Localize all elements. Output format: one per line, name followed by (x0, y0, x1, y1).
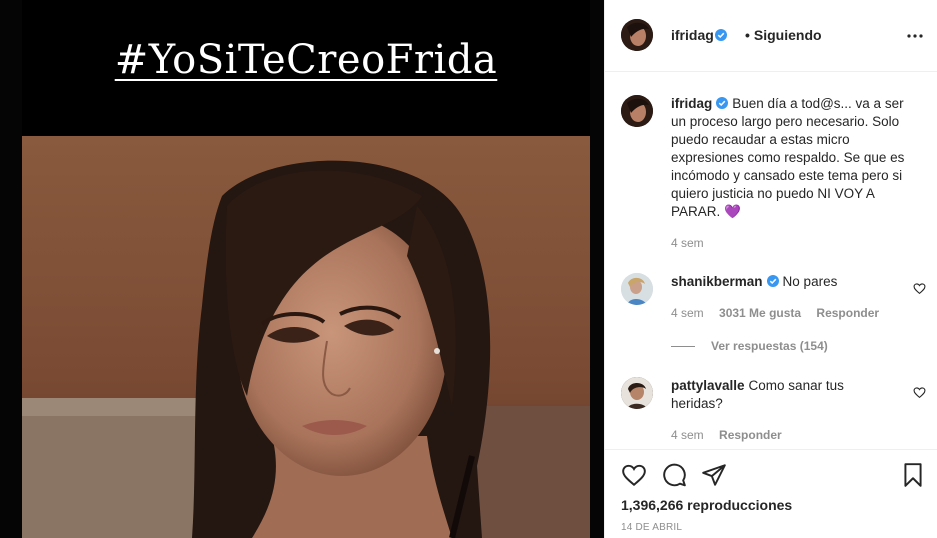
post-header: ifridag • Siguiendo (605, 0, 937, 72)
view-count[interactable]: 1,396,266 reproducciones (621, 497, 792, 513)
comment-time[interactable]: 4 sem (671, 306, 704, 320)
heart-icon[interactable] (621, 462, 647, 488)
caption-meta: 4 sem (671, 236, 716, 250)
post-date[interactable]: 14 DE ABRIL (621, 522, 682, 533)
comment-icon[interactable] (661, 462, 687, 488)
caption-text: Buen día a tod@s... va a ser un proceso … (671, 96, 905, 219)
separator-dot: • (745, 27, 750, 43)
video-frame (22, 136, 590, 538)
comment-meta: 4 sem 3031 Me gusta Responder (671, 306, 891, 320)
replies-line (671, 346, 695, 348)
author-username[interactable]: ifridag (671, 27, 714, 43)
comment-time[interactable]: 4 sem (671, 428, 704, 442)
caption-text-block: ifridag Buen día a tod@s... va a ser un p… (671, 95, 921, 221)
comment-text: No pares (782, 274, 838, 289)
commenter-avatar[interactable] (621, 273, 653, 305)
media-left-edge (0, 0, 22, 538)
commenter-username[interactable]: pattylavalle (671, 378, 745, 393)
comment-reply-button[interactable]: Responder (719, 428, 782, 442)
hashtag-text: #YoSiTeCreoFrida (114, 37, 498, 83)
comment-reply-button[interactable]: Responder (816, 306, 879, 320)
follow-status-label: Siguiendo (753, 27, 822, 43)
comment-likes[interactable]: 3031 Me gusta (719, 306, 801, 320)
comment-meta: 4 sem Responder (671, 428, 794, 442)
verified-badge-icon (715, 29, 727, 41)
share-icon[interactable] (701, 462, 727, 488)
commenter-username[interactable]: shanikberman (671, 274, 763, 289)
video-player[interactable]: #YoSiTeCreoFrida (22, 0, 590, 538)
comment-like-heart-icon[interactable] (913, 282, 926, 295)
comment-text-block: pattylavalle Como sanar tus heridas? (671, 377, 881, 413)
follow-status[interactable]: • Siguiendo (739, 27, 822, 43)
media-right-edge (590, 0, 604, 538)
bookmark-icon[interactable] (900, 462, 926, 488)
caption-author-username[interactable]: ifridag (671, 96, 712, 111)
verified-badge-icon (716, 97, 729, 109)
comment-like-heart-icon[interactable] (913, 386, 926, 399)
caption-author-avatar[interactable] (621, 95, 653, 127)
verified-badge-icon (766, 275, 779, 287)
hashtag-banner: #YoSiTeCreoFrida (22, 0, 590, 136)
view-replies-label: Ver respuestas (154) (711, 339, 828, 353)
comment-text-block: shanikberman No pares (671, 273, 901, 291)
view-replies-button[interactable]: Ver respuestas (154) (671, 339, 828, 353)
post-media[interactable]: #YoSiTeCreoFrida (0, 0, 604, 538)
post-panel: ifridag • Siguiendo ifridag Buen día a t… (604, 0, 937, 538)
author-avatar[interactable] (621, 19, 653, 51)
caption-time[interactable]: 4 sem (671, 236, 704, 250)
commenter-avatar[interactable] (621, 377, 653, 409)
post-actions: 1,396,266 reproducciones 14 DE ABRIL (605, 449, 937, 538)
more-options-icon[interactable] (905, 26, 925, 46)
comments-list[interactable]: ifridag Buen día a tod@s... va a ser un p… (605, 73, 937, 449)
